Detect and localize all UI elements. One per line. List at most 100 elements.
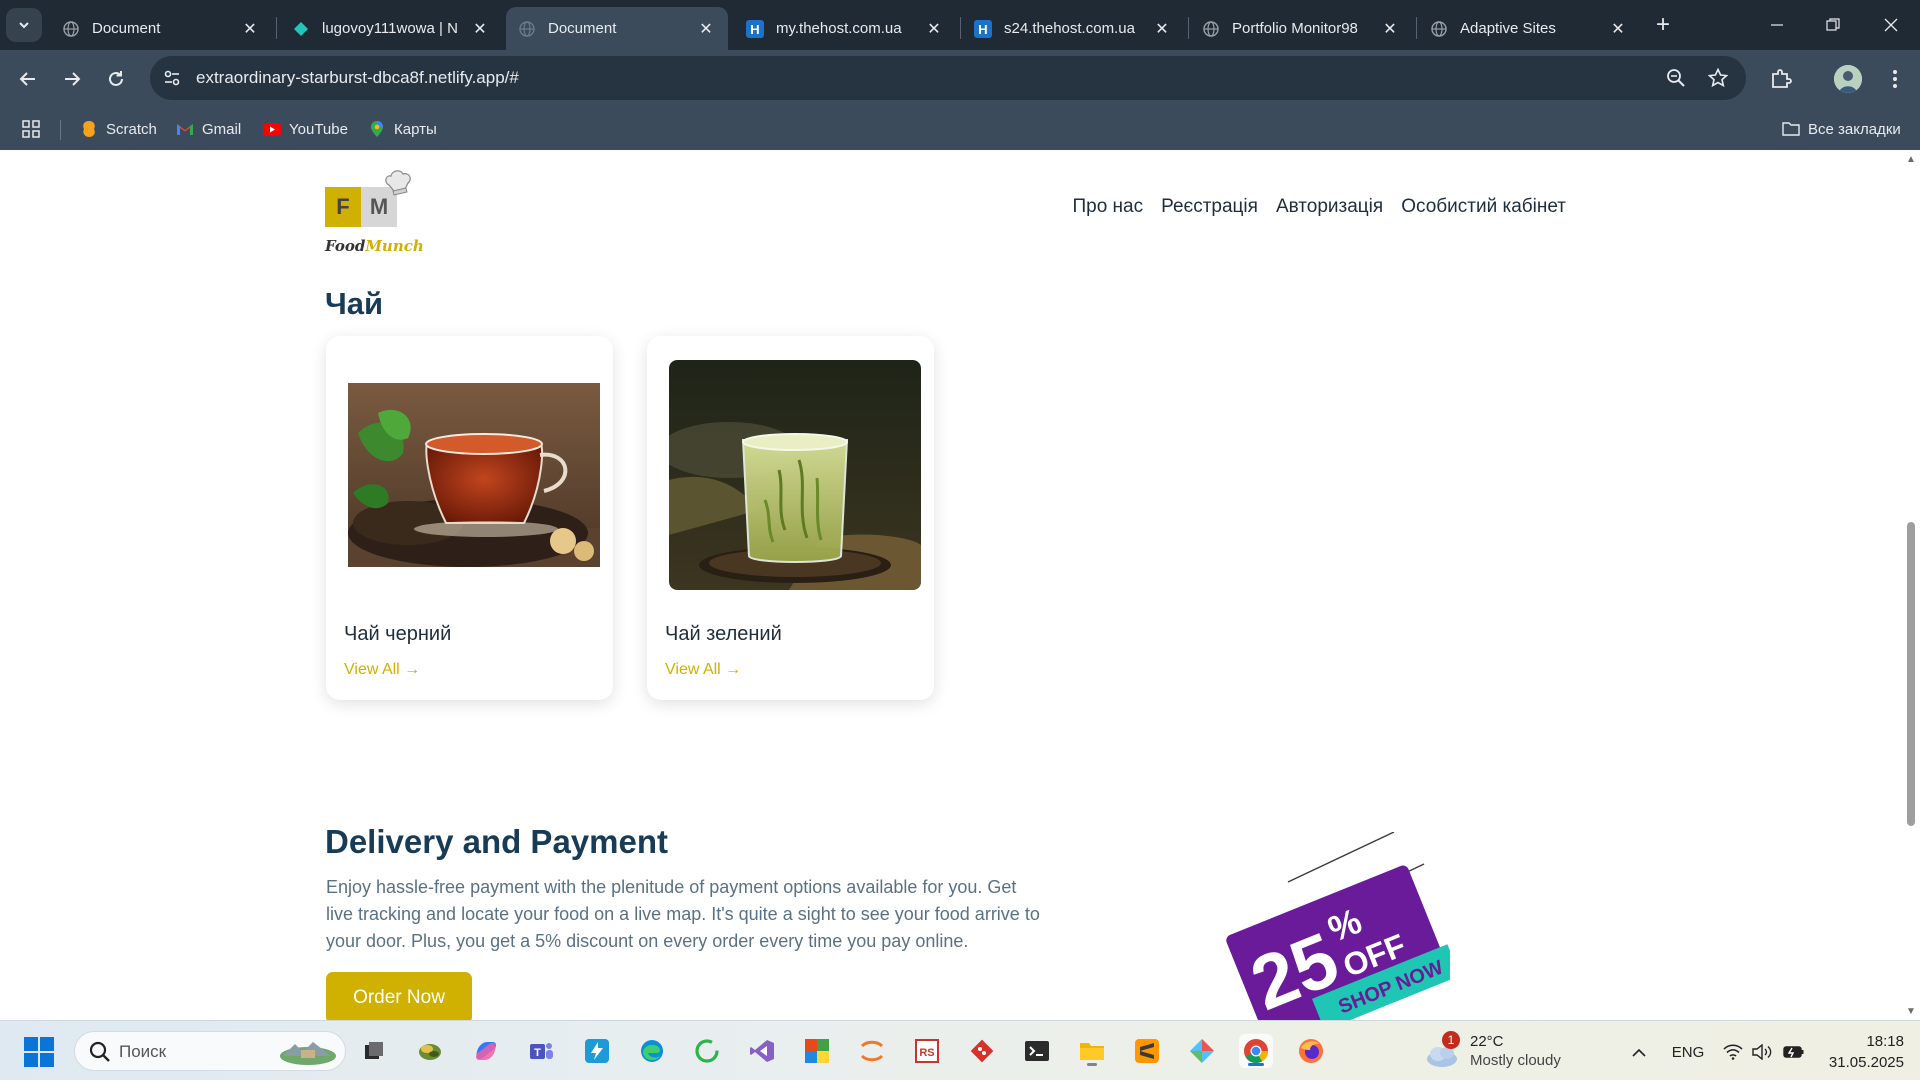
reload-button[interactable] <box>100 63 132 95</box>
bookmark-scratch[interactable]: Scratch <box>80 117 157 141</box>
close-tab-icon[interactable]: ✕ <box>1608 19 1628 39</box>
tab-separator <box>276 17 277 39</box>
widgets-icon[interactable] <box>413 1034 447 1068</box>
power-automate-icon[interactable] <box>580 1034 614 1068</box>
browser-tab-active[interactable]: Document ✕ <box>506 7 728 50</box>
star-icon[interactable] <box>1706 66 1730 90</box>
task-view-icon[interactable] <box>357 1034 391 1068</box>
weather-alert-badge: 1 <box>1442 1031 1460 1049</box>
teams-icon[interactable]: T <box>524 1034 558 1068</box>
show-hidden-icons-chevron-up-icon[interactable] <box>1628 1041 1650 1063</box>
scroll-up-icon[interactable]: ▲ <box>1905 154 1917 165</box>
close-window-button[interactable] <box>1876 10 1906 40</box>
logo-wordmark: FoodMunch <box>325 237 424 255</box>
browser-tab[interactable]: H my.thehost.com.ua ✕ <box>734 7 956 50</box>
browser-tab-bar: Document ✕ lugovoy111wowa | N ✕ Document… <box>0 0 1920 50</box>
browser-tab[interactable]: Adaptive Sites ✕ <box>1418 7 1640 50</box>
clock-time: 18:18 <box>1866 1033 1904 1050</box>
copilot-icon[interactable] <box>469 1034 503 1068</box>
bookmark-label: YouTube <box>289 120 348 138</box>
windows-start-icon[interactable] <box>24 1037 54 1067</box>
weather-widget[interactable]: 1 22°C Mostly cloudy <box>1424 1031 1574 1071</box>
globe-icon <box>1430 20 1448 38</box>
close-tab-icon[interactable]: ✕ <box>240 19 260 39</box>
browser-tab[interactable]: H s24.thehost.com.ua ✕ <box>962 7 1184 50</box>
scrollbar-thumb[interactable] <box>1907 522 1915 826</box>
nav-account[interactable]: Особистий кабінет <box>1401 196 1566 218</box>
extensions-icon[interactable] <box>1766 64 1796 94</box>
visual-studio-icon[interactable] <box>745 1034 779 1068</box>
jupyter-icon[interactable] <box>855 1034 889 1068</box>
nav-about[interactable]: Про нас <box>1072 196 1143 218</box>
tab-title: Adaptive Sites <box>1460 20 1556 37</box>
system-clock[interactable]: 18:18 31.05.2025 <box>1820 1031 1904 1073</box>
nav-login[interactable]: Авторизація <box>1276 196 1383 218</box>
terminal-icon[interactable] <box>1020 1034 1054 1068</box>
url-text[interactable]: extraordinary-starburst-dbca8f.netlify.a… <box>196 68 519 88</box>
chef-hat-icon <box>385 170 411 196</box>
logo-word-munch: Munch <box>365 237 424 255</box>
view-all-link[interactable]: View All → <box>665 661 741 679</box>
apps-button[interactable] <box>22 117 40 141</box>
nav-register[interactable]: Реєстрація <box>1161 196 1258 218</box>
bookmark-gmail[interactable]: Gmail <box>176 117 241 141</box>
globe-icon <box>62 20 80 38</box>
tab-title: Portfolio Monitor98 <box>1232 20 1358 37</box>
all-bookmarks-button[interactable]: Все закладки <box>1782 117 1901 141</box>
refresh-app-icon[interactable] <box>690 1034 724 1068</box>
order-now-button[interactable]: Order Now <box>326 972 472 1020</box>
close-tab-icon[interactable]: ✕ <box>1152 19 1172 39</box>
gemini-icon[interactable] <box>1185 1034 1219 1068</box>
tab-search-button[interactable] <box>6 8 42 42</box>
input-language[interactable]: ENG <box>1670 1041 1706 1063</box>
browser-tab[interactable]: Document ✕ <box>50 7 272 50</box>
search-icon <box>89 1041 110 1062</box>
logo-word-food: Food <box>325 237 366 255</box>
forward-button[interactable] <box>56 63 88 95</box>
restore-button[interactable] <box>1818 10 1848 40</box>
firefox-icon[interactable] <box>1294 1034 1328 1068</box>
browser-tab[interactable]: Portfolio Monitor98 ✕ <box>1190 7 1412 50</box>
site-logo[interactable]: F M FoodMunch <box>325 169 424 259</box>
bookmark-youtube[interactable]: YouTube <box>263 117 348 141</box>
netlify-icon <box>292 20 310 38</box>
close-tab-icon[interactable]: ✕ <box>924 19 944 39</box>
zoom-icon[interactable] <box>1664 66 1688 90</box>
sublime-text-icon[interactable] <box>1130 1034 1164 1068</box>
close-tab-icon[interactable]: ✕ <box>696 19 716 39</box>
scroll-down-icon[interactable]: ▼ <box>1905 1006 1917 1017</box>
battery-icon[interactable] <box>1782 1041 1806 1063</box>
tab-title: my.thehost.com.ua <box>776 20 902 37</box>
close-tab-icon[interactable]: ✕ <box>1380 19 1400 39</box>
view-all-link[interactable]: View All → <box>344 661 420 679</box>
product-card-black-tea[interactable]: Чай черний View All → <box>326 336 613 700</box>
git-icon[interactable] <box>965 1034 999 1068</box>
bookmark-maps[interactable]: Карты <box>368 117 437 141</box>
page-scrollbar[interactable]: ▲ ▼ <box>1902 150 1920 1020</box>
address-bar[interactable]: extraordinary-starburst-dbca8f.netlify.a… <box>150 56 1746 100</box>
ruby-mine-icon[interactable]: RS <box>910 1034 944 1068</box>
back-button[interactable] <box>12 63 44 95</box>
youtube-icon <box>263 120 281 138</box>
new-tab-button[interactable]: + <box>1650 11 1676 38</box>
edge-icon[interactable] <box>635 1034 669 1068</box>
profile-avatar[interactable] <box>1834 65 1862 93</box>
close-tab-icon[interactable]: ✕ <box>470 19 490 39</box>
site-settings-icon[interactable] <box>162 68 182 88</box>
office-icon[interactable] <box>800 1034 834 1068</box>
product-name: Чай зелений <box>665 623 782 645</box>
volume-icon[interactable] <box>1751 1041 1773 1063</box>
more-options-icon[interactable] <box>1880 64 1910 94</box>
chrome-icon[interactable] <box>1239 1034 1273 1068</box>
taskbar-search[interactable]: Поиск <box>74 1031 346 1071</box>
black-tea-image <box>348 360 600 590</box>
wifi-icon[interactable] <box>1722 1041 1744 1063</box>
product-card-green-tea[interactable]: Чай зелений View All → <box>647 336 934 700</box>
minimize-button[interactable] <box>1762 10 1792 40</box>
weather-description: Mostly cloudy <box>1470 1052 1561 1069</box>
browser-tab[interactable]: lugovoy111wowa | N ✕ <box>280 7 502 50</box>
product-name: Чай черний <box>344 623 452 645</box>
tab-separator <box>960 17 961 39</box>
scratch-icon <box>80 120 98 138</box>
file-explorer-icon[interactable] <box>1075 1034 1109 1068</box>
